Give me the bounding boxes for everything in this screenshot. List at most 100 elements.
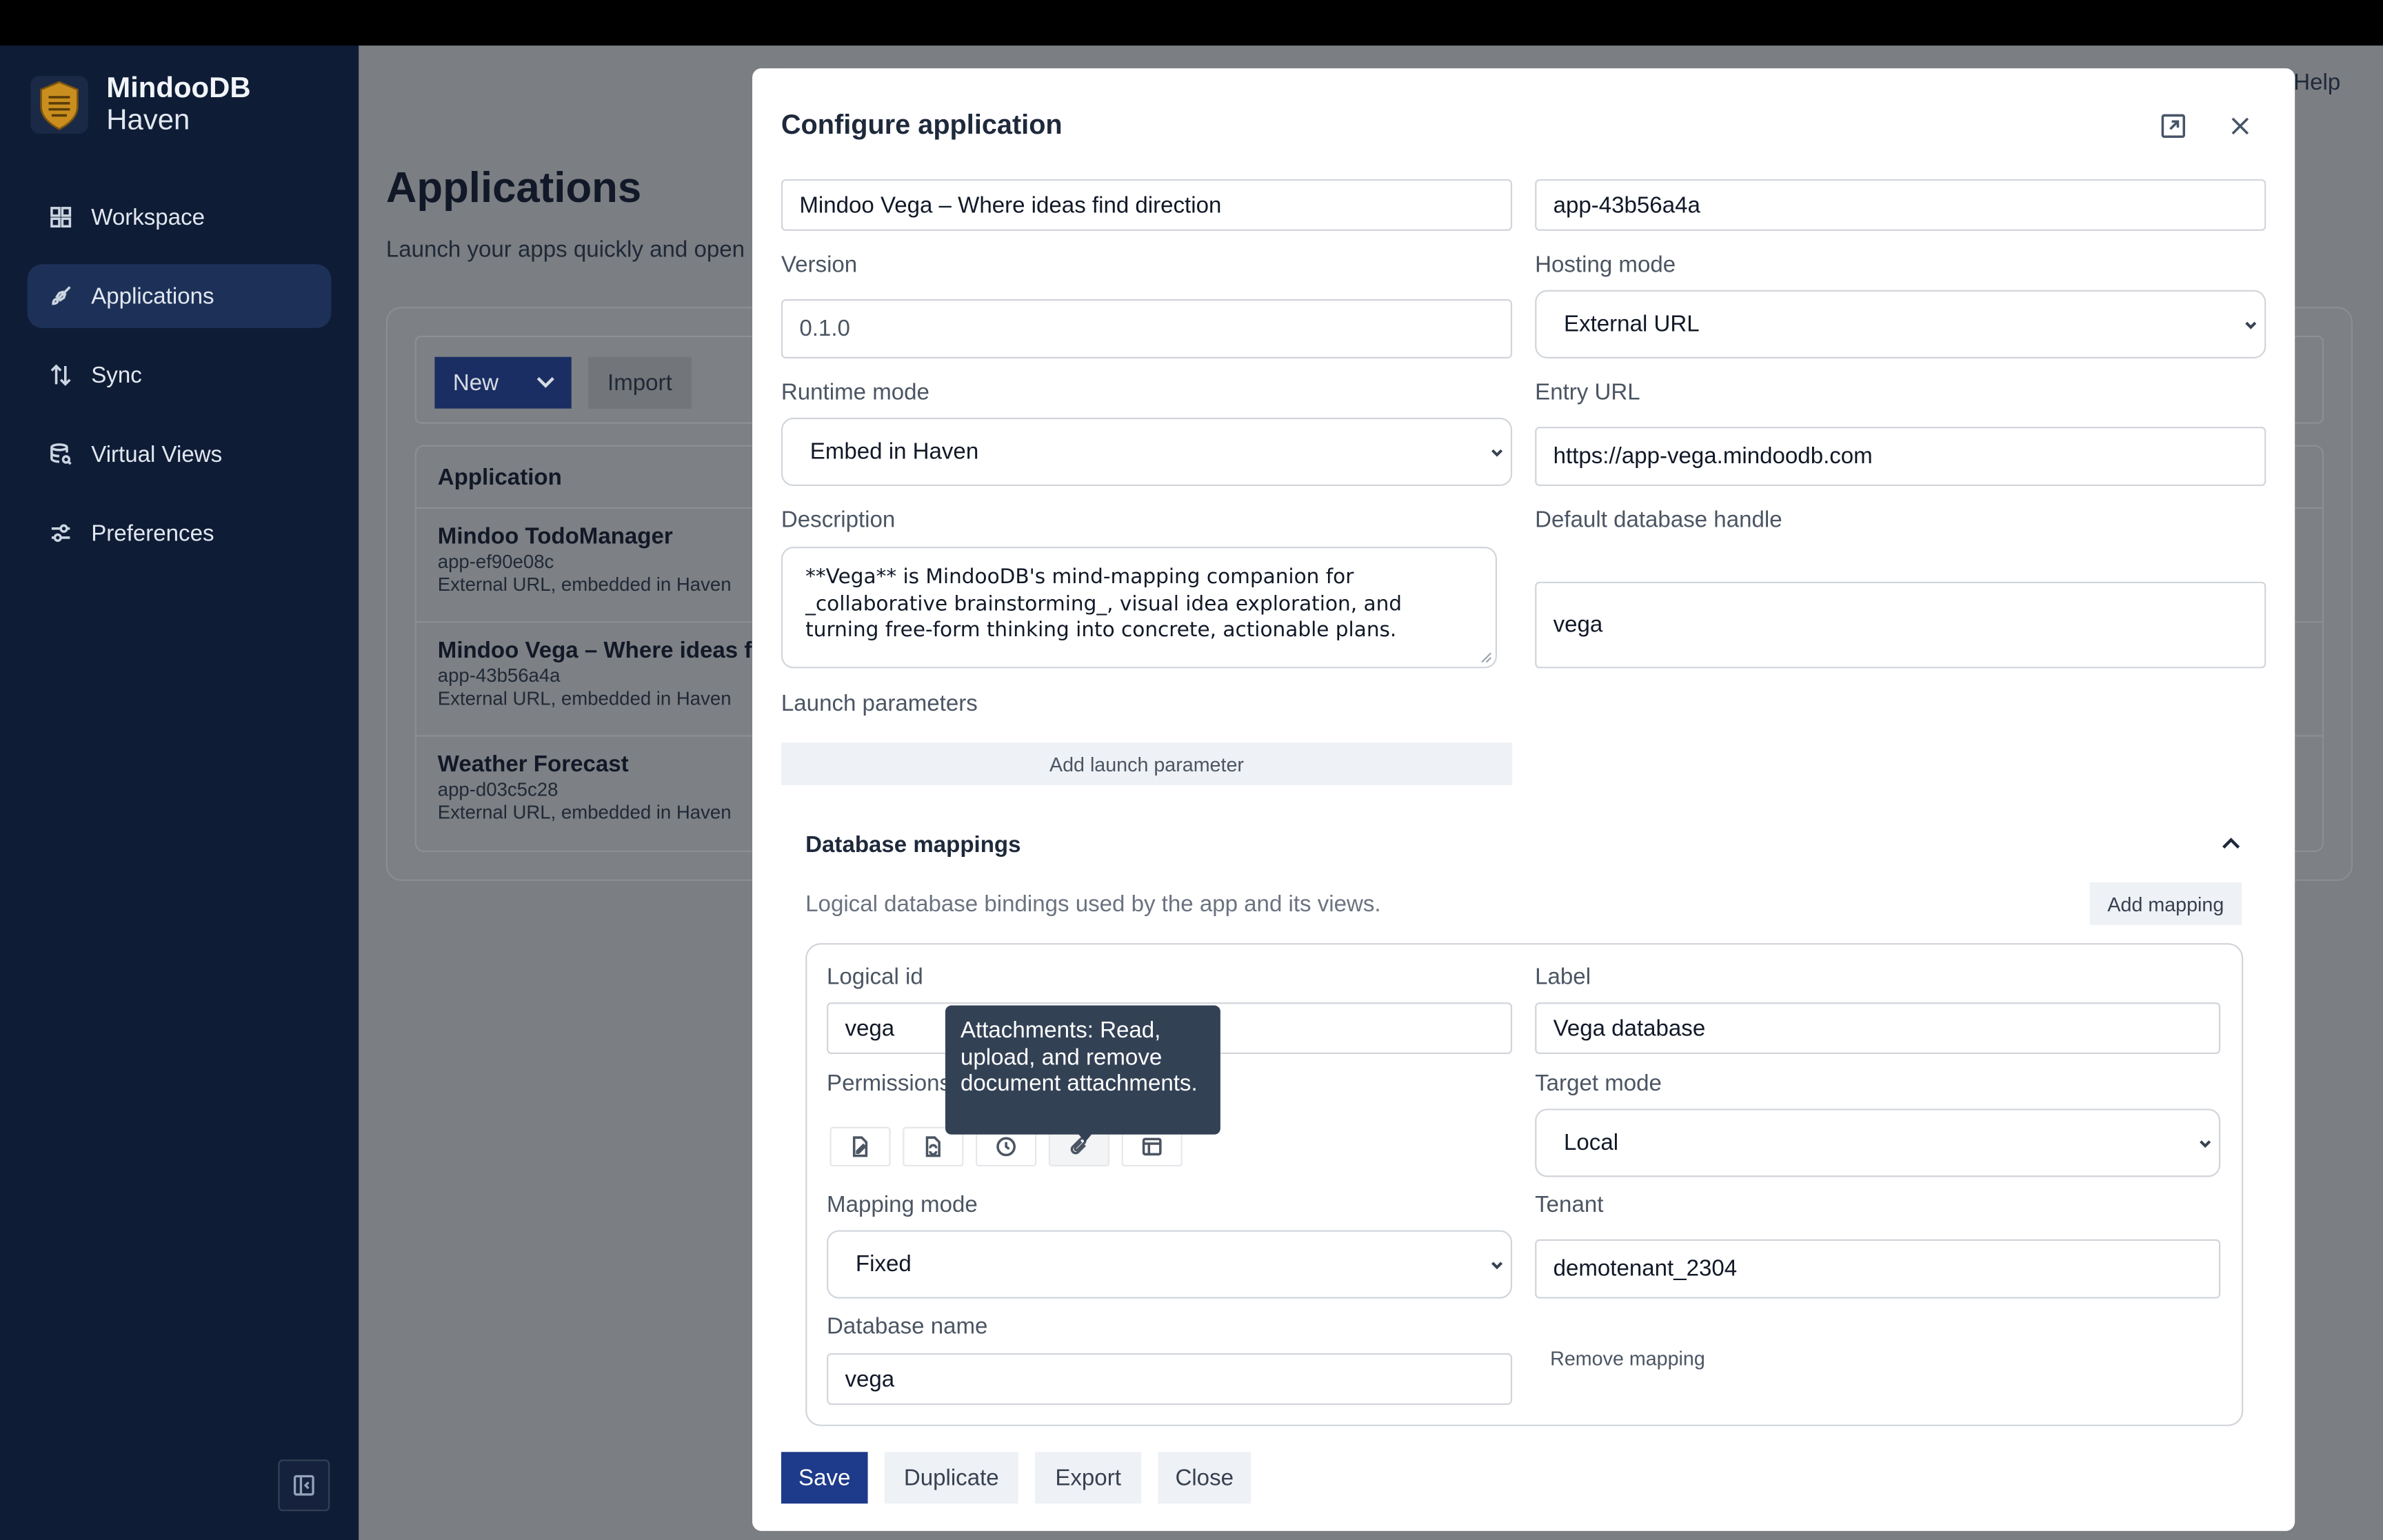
grid-icon [50, 207, 72, 228]
sidebar: MindooDB Haven Workspace Applications Sy… [0, 45, 359, 1540]
row-title: Mindoo TodoManager [437, 524, 673, 550]
target-mode-select[interactable]: Local [1535, 1108, 2221, 1177]
sidebar-item-preferences[interactable]: Preferences [28, 501, 332, 565]
mapping-label-input[interactable]: Vega database [1535, 1002, 2221, 1055]
table-row[interactable]: Weather Forecast app-d03c5c28 External U… [438, 752, 772, 824]
page-title: Applications [385, 163, 642, 212]
export-button[interactable]: Export [1034, 1452, 1142, 1504]
hosting-mode-value: External URL [1564, 311, 1700, 338]
sidebar-item-applications[interactable]: Applications [27, 264, 332, 328]
row-meta: External URL, embedded in Haven [437, 574, 732, 596]
chevron-up-icon[interactable] [2219, 832, 2243, 856]
row-id: app-ef90e08c [437, 551, 554, 573]
app-name-input[interactable]: Mindoo Vega – Where ideas find direction [781, 179, 1513, 231]
description-label: Description [781, 507, 896, 534]
launch-params-label: Launch parameters [781, 691, 978, 717]
file-sync-icon [925, 1136, 941, 1157]
add-mapping-button[interactable]: Add mapping [2089, 882, 2242, 925]
hosting-mode-select[interactable]: External URL [1535, 290, 2266, 358]
table-row[interactable]: Mindoo Vega – Where ideas find direction… [437, 638, 889, 709]
attachments-tooltip: Attachments: Read, upload, and remove do… [945, 1005, 1220, 1135]
default-db-label: Default database handle [1535, 507, 1782, 534]
sidebar-item-label: Preferences [91, 520, 214, 547]
chevron-down-icon [1491, 1261, 1503, 1269]
remove-mapping-button[interactable]: Remove mapping [1550, 1347, 1705, 1370]
runtime-mode-select[interactable]: Embed in Haven [781, 417, 1513, 487]
row-title: Weather Forecast [437, 751, 629, 778]
sidebar-item-label: Sync [91, 362, 142, 388]
brand[interactable]: MindooDB Haven [30, 72, 251, 137]
runtime-mode-label: Runtime mode [781, 379, 929, 406]
chevron-down-icon [536, 377, 554, 388]
clock-icon [996, 1137, 1016, 1157]
sliders-icon [51, 524, 70, 543]
resize-grip-icon[interactable] [1480, 651, 1493, 664]
brand-name: MindooDB [106, 72, 251, 105]
database-mappings-title: Database mappings [805, 832, 1021, 858]
mapping-mode-label: Mapping mode [827, 1192, 978, 1218]
mapping-label-label: Label [1535, 964, 1591, 991]
close-dialog-button[interactable]: Close [1158, 1452, 1251, 1504]
version-input[interactable]: 0.1.0 [781, 299, 1513, 358]
new-button[interactable]: New [434, 356, 572, 409]
sync-arrows-icon [50, 364, 71, 386]
mapping-mode-value: Fixed [855, 1251, 912, 1277]
target-mode-label: Target mode [1535, 1071, 1662, 1097]
duplicate-button[interactable]: Duplicate [884, 1452, 1018, 1504]
help-link[interactable]: Help [2293, 70, 2340, 95]
import-button[interactable]: Import [587, 356, 692, 409]
collapse-sidebar-button[interactable] [278, 1459, 330, 1512]
brand-subtitle: Haven [106, 105, 190, 137]
table-icon [1142, 1137, 1162, 1156]
tooltip-arrow [1077, 1133, 1093, 1142]
sidebar-item-label: Workspace [91, 204, 205, 230]
expand-button[interactable] [2160, 112, 2187, 140]
row-id: app-d03c5c28 [437, 779, 559, 801]
close-button[interactable] [2226, 112, 2254, 140]
description-textarea[interactable]: **Vega** is MindooDB's mind-mapping comp… [781, 547, 1498, 669]
window-top-bar [0, 0, 2383, 46]
shield-logo-icon [30, 76, 88, 134]
table-header-application: Application [437, 465, 562, 491]
add-launch-parameter-button[interactable]: Add launch parameter [781, 742, 1513, 786]
entry-url-label: Entry URL [1535, 379, 1640, 406]
row-id: app-43b56a4a [437, 665, 561, 687]
file-edit-icon [852, 1136, 868, 1157]
tenant-input[interactable]: demotenant_2304 [1535, 1239, 2221, 1299]
sidebar-item-label: Applications [91, 283, 214, 310]
permission-edit-button[interactable] [829, 1126, 891, 1167]
database-name-input[interactable]: vega [827, 1353, 1513, 1405]
hosting-mode-label: Hosting mode [1535, 252, 1676, 278]
database-mappings-description: Logical database bindings used by the ap… [805, 891, 1381, 918]
table-row[interactable]: Mindoo TodoManager app-ef90e08c External… [438, 524, 772, 596]
sidebar-item-workspace[interactable]: Workspace [28, 185, 332, 250]
database-search-icon [50, 443, 72, 465]
version-label: Version [781, 252, 858, 278]
row-meta: External URL, embedded in Haven [437, 688, 732, 709]
configure-application-modal: Configure application Mindoo Vega – Wher… [752, 68, 2295, 1531]
sidebar-item-sync[interactable]: Sync [28, 343, 332, 407]
app-id-input[interactable]: app-43b56a4a [1535, 179, 2266, 231]
permissions-label: Permissions [827, 1071, 952, 1097]
default-db-input[interactable]: vega [1535, 581, 2266, 669]
sidebar-item-label: Virtual Views [91, 441, 223, 467]
runtime-mode-value: Embed in Haven [810, 438, 979, 465]
modal-title: Configure application [781, 109, 1063, 140]
database-name-label: Database name [827, 1313, 988, 1340]
tenant-label: Tenant [1535, 1192, 1604, 1218]
rocket-icon [52, 286, 71, 305]
row-title: Mindoo Vega – Where ideas find direction [437, 638, 889, 664]
expand-icon [2161, 114, 2186, 139]
page-subtitle: Launch your apps quickly and open [385, 236, 745, 263]
sidebar-item-virtual-views[interactable]: Virtual Views [28, 422, 332, 486]
new-button-label: New [452, 369, 499, 396]
sidebar-collapse-icon [293, 1475, 314, 1496]
close-icon [2231, 117, 2249, 135]
mapping-mode-select[interactable]: Fixed [827, 1230, 1513, 1299]
chevron-down-icon [2245, 321, 2257, 329]
save-button[interactable]: Save [781, 1452, 868, 1504]
row-meta: External URL, embedded in Haven [437, 802, 732, 824]
logical-id-label: Logical id [827, 964, 923, 991]
description-text: **Vega** is MindooDB's mind-mapping comp… [805, 566, 1402, 642]
entry-url-input[interactable]: https://app-vega.mindoodb.com [1535, 427, 2266, 487]
